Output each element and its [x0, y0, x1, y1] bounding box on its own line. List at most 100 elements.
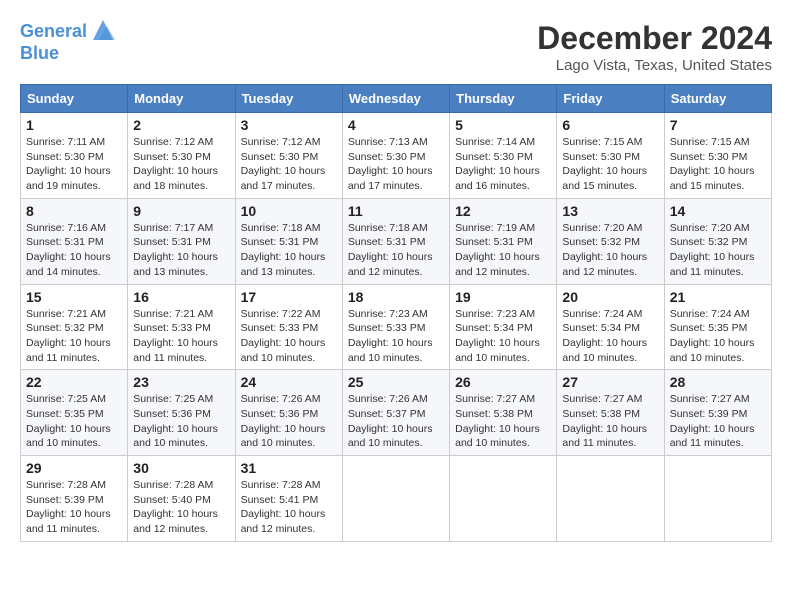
day-number: 2 — [133, 117, 229, 133]
day-info: Sunrise: 7:20 AM Sunset: 5:32 PM Dayligh… — [562, 221, 658, 280]
day-number: 17 — [241, 289, 337, 305]
calendar-day-cell: 12 Sunrise: 7:19 AM Sunset: 5:31 PM Dayli… — [450, 198, 557, 284]
day-number: 27 — [562, 374, 658, 390]
calendar-week-row: 29Sunrise: 7:28 AM Sunset: 5:39 PM Dayli… — [21, 456, 772, 542]
day-number: 14 — [670, 203, 766, 219]
day-number: 22 — [26, 374, 122, 390]
day-info: Sunrise: 7:17 AM Sunset: 5:31 PM Dayligh… — [133, 221, 229, 280]
calendar-day-cell: 9 Sunrise: 7:17 AM Sunset: 5:31 PM Daylig… — [128, 198, 235, 284]
day-number: 19 — [455, 289, 551, 305]
day-number: 26 — [455, 374, 551, 390]
day-number: 30 — [133, 460, 229, 476]
day-info: Sunrise: 7:26 AM Sunset: 5:36 PM Dayligh… — [241, 392, 337, 451]
day-of-week-header: Thursday — [450, 85, 557, 113]
day-info: Sunrise: 7:25 AM Sunset: 5:35 PM Dayligh… — [26, 392, 122, 451]
day-of-week-header: Sunday — [21, 85, 128, 113]
logo-text: General — [20, 22, 87, 42]
day-info: Sunrise: 7:21 AM Sunset: 5:32 PM Dayligh… — [26, 307, 122, 366]
month-title: December 2024 — [537, 20, 772, 57]
day-info: Sunrise: 7:28 AM Sunset: 5:39 PM Dayligh… — [26, 478, 122, 537]
day-number: 25 — [348, 374, 444, 390]
day-info: Sunrise: 7:26 AM Sunset: 5:37 PM Dayligh… — [348, 392, 444, 451]
calendar-week-row: 15 Sunrise: 7:21 AM Sunset: 5:32 PM Dayli… — [21, 284, 772, 370]
day-info: Sunrise: 7:28 AM Sunset: 5:40 PM Dayligh… — [133, 478, 229, 537]
calendar-day-cell: 4 Sunrise: 7:13 AM Sunset: 5:30 PM Daylig… — [342, 113, 449, 199]
title-block: December 2024 Lago Vista, Texas, United … — [537, 20, 772, 74]
day-number: 11 — [348, 203, 444, 219]
day-number: 24 — [241, 374, 337, 390]
day-info: Sunrise: 7:13 AM Sunset: 5:30 PM Dayligh… — [348, 135, 444, 194]
day-info: Sunrise: 7:27 AM Sunset: 5:38 PM Dayligh… — [455, 392, 551, 451]
day-info: Sunrise: 7:20 AM Sunset: 5:32 PM Dayligh… — [670, 221, 766, 280]
day-info: Sunrise: 7:18 AM Sunset: 5:31 PM Dayligh… — [348, 221, 444, 280]
day-number: 15 — [26, 289, 122, 305]
day-number: 4 — [348, 117, 444, 133]
day-info: Sunrise: 7:22 AM Sunset: 5:33 PM Dayligh… — [241, 307, 337, 366]
day-info: Sunrise: 7:21 AM Sunset: 5:33 PM Dayligh… — [133, 307, 229, 366]
day-info: Sunrise: 7:12 AM Sunset: 5:30 PM Dayligh… — [133, 135, 229, 194]
day-of-week-header: Saturday — [664, 85, 771, 113]
day-info: Sunrise: 7:15 AM Sunset: 5:30 PM Dayligh… — [562, 135, 658, 194]
calendar-day-cell: 31 Sunrise: 7:28 AM Sunset: 5:41 PM Dayli… — [235, 456, 342, 542]
day-number: 21 — [670, 289, 766, 305]
calendar-day-cell: 21 Sunrise: 7:24 AM Sunset: 5:35 PM Dayli… — [664, 284, 771, 370]
calendar-day-cell: 19 Sunrise: 7:23 AM Sunset: 5:34 PM Dayli… — [450, 284, 557, 370]
day-info: Sunrise: 7:28 AM Sunset: 5:41 PM Dayligh… — [241, 478, 337, 537]
day-info: Sunrise: 7:27 AM Sunset: 5:38 PM Dayligh… — [562, 392, 658, 451]
day-info: Sunrise: 7:25 AM Sunset: 5:36 PM Dayligh… — [133, 392, 229, 451]
day-info: Sunrise: 7:11 AM Sunset: 5:30 PM Dayligh… — [26, 135, 122, 194]
day-of-week-header: Tuesday — [235, 85, 342, 113]
calendar-day-cell: 11 Sunrise: 7:18 AM Sunset: 5:31 PM Dayli… — [342, 198, 449, 284]
day-info: Sunrise: 7:23 AM Sunset: 5:34 PM Dayligh… — [455, 307, 551, 366]
calendar-day-cell: 29Sunrise: 7:28 AM Sunset: 5:39 PM Dayli… — [21, 456, 128, 542]
day-number: 6 — [562, 117, 658, 133]
calendar-day-cell: 1Sunrise: 7:11 AM Sunset: 5:30 PM Daylig… — [21, 113, 128, 199]
day-number: 10 — [241, 203, 337, 219]
calendar-day-cell: 2 Sunrise: 7:12 AM Sunset: 5:30 PM Daylig… — [128, 113, 235, 199]
day-number: 31 — [241, 460, 337, 476]
day-info: Sunrise: 7:12 AM Sunset: 5:30 PM Dayligh… — [241, 135, 337, 194]
page-header: General Blue December 2024 Lago Vista, T… — [20, 20, 772, 74]
day-number: 5 — [455, 117, 551, 133]
day-info: Sunrise: 7:23 AM Sunset: 5:33 PM Dayligh… — [348, 307, 444, 366]
calendar-day-cell: 24 Sunrise: 7:26 AM Sunset: 5:36 PM Dayli… — [235, 370, 342, 456]
day-info: Sunrise: 7:24 AM Sunset: 5:35 PM Dayligh… — [670, 307, 766, 366]
calendar-day-cell — [557, 456, 664, 542]
logo-text2: Blue — [20, 44, 117, 64]
calendar-day-cell: 14 Sunrise: 7:20 AM Sunset: 5:32 PM Dayli… — [664, 198, 771, 284]
calendar-day-cell: 30 Sunrise: 7:28 AM Sunset: 5:40 PM Dayli… — [128, 456, 235, 542]
day-number: 16 — [133, 289, 229, 305]
calendar-table: SundayMondayTuesdayWednesdayThursdayFrid… — [20, 84, 772, 542]
day-info: Sunrise: 7:19 AM Sunset: 5:31 PM Dayligh… — [455, 221, 551, 280]
calendar-day-cell: 8Sunrise: 7:16 AM Sunset: 5:31 PM Daylig… — [21, 198, 128, 284]
day-number: 20 — [562, 289, 658, 305]
calendar-day-cell: 26 Sunrise: 7:27 AM Sunset: 5:38 PM Dayli… — [450, 370, 557, 456]
day-number: 3 — [241, 117, 337, 133]
calendar-day-cell: 16 Sunrise: 7:21 AM Sunset: 5:33 PM Dayli… — [128, 284, 235, 370]
day-of-week-header: Monday — [128, 85, 235, 113]
calendar-day-cell: 13Sunrise: 7:20 AM Sunset: 5:32 PM Dayli… — [557, 198, 664, 284]
calendar-week-row: 22 Sunrise: 7:25 AM Sunset: 5:35 PM Dayli… — [21, 370, 772, 456]
day-number: 12 — [455, 203, 551, 219]
calendar-day-cell: 23 Sunrise: 7:25 AM Sunset: 5:36 PM Dayli… — [128, 370, 235, 456]
calendar-day-cell: 7Sunrise: 7:15 AM Sunset: 5:30 PM Daylig… — [664, 113, 771, 199]
calendar-day-cell: 10 Sunrise: 7:18 AM Sunset: 5:31 PM Dayli… — [235, 198, 342, 284]
calendar-day-cell — [450, 456, 557, 542]
calendar-week-row: 1Sunrise: 7:11 AM Sunset: 5:30 PM Daylig… — [21, 113, 772, 199]
day-info: Sunrise: 7:18 AM Sunset: 5:31 PM Dayligh… — [241, 221, 337, 280]
day-info: Sunrise: 7:14 AM Sunset: 5:30 PM Dayligh… — [455, 135, 551, 194]
day-info: Sunrise: 7:27 AM Sunset: 5:39 PM Dayligh… — [670, 392, 766, 451]
day-number: 23 — [133, 374, 229, 390]
calendar-day-cell — [664, 456, 771, 542]
calendar-day-cell: 28 Sunrise: 7:27 AM Sunset: 5:39 PM Dayli… — [664, 370, 771, 456]
day-number: 28 — [670, 374, 766, 390]
day-of-week-header: Wednesday — [342, 85, 449, 113]
day-info: Sunrise: 7:24 AM Sunset: 5:34 PM Dayligh… — [562, 307, 658, 366]
calendar-day-cell: 20 Sunrise: 7:24 AM Sunset: 5:34 PM Dayli… — [557, 284, 664, 370]
calendar-day-cell: 17 Sunrise: 7:22 AM Sunset: 5:33 PM Dayli… — [235, 284, 342, 370]
calendar-day-cell: 18 Sunrise: 7:23 AM Sunset: 5:33 PM Dayli… — [342, 284, 449, 370]
calendar-day-cell: 25 Sunrise: 7:26 AM Sunset: 5:37 PM Dayli… — [342, 370, 449, 456]
day-number: 18 — [348, 289, 444, 305]
day-number: 9 — [133, 203, 229, 219]
day-info: Sunrise: 7:15 AM Sunset: 5:30 PM Dayligh… — [670, 135, 766, 194]
